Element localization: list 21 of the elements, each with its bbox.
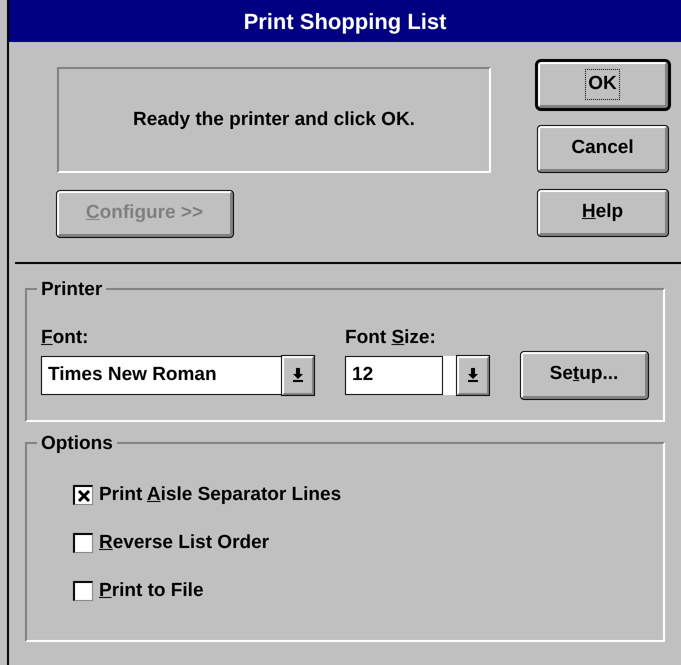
option-checkbox[interactable]: Print Aisle Separator Lines [73,482,663,508]
message-text: Ready the printer and click OK. [133,108,415,132]
option-checkbox[interactable]: Reverse List Order [73,530,663,556]
checkbox[interactable] [73,533,93,553]
option-checkbox[interactable]: Print to File [73,578,663,604]
check-x-icon [78,490,90,502]
window-title: Print Shopping List [9,0,681,42]
dropdown-button[interactable] [457,356,489,394]
font-size-label: Font Size: [345,326,437,350]
down-arrow-icon [292,368,304,382]
checkbox[interactable] [73,581,93,601]
setup-button[interactable]: Setup... [521,352,648,398]
dropdown-button[interactable] [282,356,314,394]
dialog-button[interactable]: Help [538,190,668,236]
font-label: Font: [41,326,90,350]
font-size-field[interactable]: 12 [345,356,457,394]
font-field[interactable]: Times New Roman [41,356,282,394]
down-arrow-icon [467,368,479,382]
dialog-button[interactable]: Cancel [538,126,668,172]
checkbox[interactable] [73,485,93,505]
dialog-button[interactable]: OK [538,62,668,108]
